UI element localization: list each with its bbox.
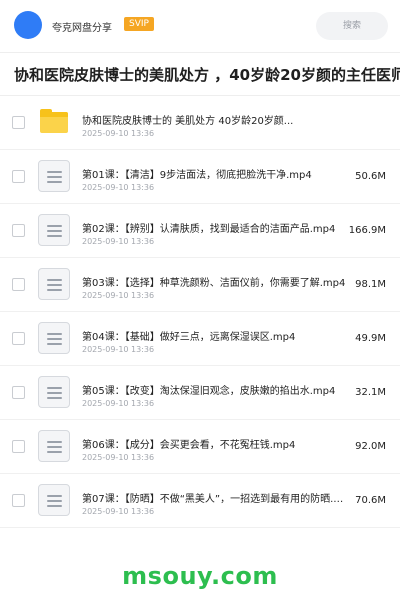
file-name[interactable]: 第04课：【基础】做好三点，远离保湿误区.mp4	[82, 328, 352, 343]
list-item[interactable]: 第04课：【基础】做好三点，远离保湿误区.mp4 2025-09-10 13:3…	[0, 312, 400, 366]
document-icon	[38, 214, 70, 246]
file-list: 协和医院皮肤博士的 美肌处方 40岁龄20岁颜... 2025-09-10 13…	[0, 96, 400, 528]
watermark: msouy.com	[122, 562, 278, 590]
file-date: 2025-09-10 13:36	[82, 453, 155, 462]
select-checkbox[interactable]	[12, 386, 25, 399]
document-icon	[38, 322, 70, 354]
document-icon	[38, 430, 70, 462]
list-item[interactable]: 第02课：【辨别】认清肤质，找到最适合的洁面产品.mp4 2025-09-10 …	[0, 204, 400, 258]
file-size: 166.9M	[348, 225, 386, 236]
list-item[interactable]: 第03课：【选择】种草洗颜粉、洁面仪前，你需要了解.mp4 2025-09-10…	[0, 258, 400, 312]
file-date: 2025-09-10 13:36	[82, 237, 155, 246]
share-header: 夸克网盘分享 SVIP 搜索	[0, 0, 400, 52]
select-checkbox[interactable]	[12, 494, 25, 507]
file-size: 50.6M	[355, 171, 386, 182]
header-divider	[0, 52, 400, 53]
select-checkbox[interactable]	[12, 332, 25, 345]
document-icon	[38, 376, 70, 408]
list-item[interactable]: 第06课：【成分】会买更会看，不花冤枉钱.mp4 2025-09-10 13:3…	[0, 420, 400, 474]
file-date: 2025-09-10 13:36	[82, 129, 155, 138]
select-checkbox[interactable]	[12, 170, 25, 183]
uploader-name[interactable]: 夸克网盘分享	[52, 19, 112, 34]
file-name[interactable]: 第01课：【清洁】9步洁面法，彻底把脸洗干净.mp4	[82, 166, 352, 181]
document-icon	[38, 268, 70, 300]
avatar[interactable]	[14, 11, 42, 39]
select-checkbox[interactable]	[12, 224, 25, 237]
search-button[interactable]: 搜索	[316, 12, 388, 40]
file-date: 2025-09-10 13:36	[82, 399, 155, 408]
file-name[interactable]: 第05课：【改变】淘汰保湿旧观念，皮肤嫩的掐出水.mp4	[82, 382, 352, 397]
list-item-folder[interactable]: 协和医院皮肤博士的 美肌处方 40岁龄20岁颜... 2025-09-10 13…	[0, 96, 400, 150]
file-name[interactable]: 协和医院皮肤博士的 美肌处方 40岁龄20岁颜...	[82, 112, 322, 127]
file-date: 2025-09-10 13:36	[82, 291, 155, 300]
file-name[interactable]: 第07课：【防晒】不做“黑美人”，一招选到最有用的防晒.mp4	[82, 490, 352, 505]
file-name[interactable]: 第03课：【选择】种草洗颜粉、洁面仪前，你需要了解.mp4	[82, 274, 352, 289]
select-checkbox[interactable]	[12, 116, 25, 129]
select-checkbox[interactable]	[12, 278, 25, 291]
share-title: 协和医院皮肤博士的美肌处方 ，40岁龄20岁颜的主任医师教你	[14, 66, 400, 84]
folder-icon	[40, 109, 68, 133]
svip-badge: SVIP	[124, 17, 154, 31]
list-item[interactable]: 第07课：【防晒】不做“黑美人”，一招选到最有用的防晒.mp4 2025-09-…	[0, 474, 400, 528]
file-name[interactable]: 第02课：【辨别】认清肤质，找到最适合的洁面产品.mp4	[82, 220, 352, 235]
document-icon	[38, 484, 70, 516]
list-item[interactable]: 第01课：【清洁】9步洁面法，彻底把脸洗干净.mp4 2025-09-10 13…	[0, 150, 400, 204]
file-date: 2025-09-10 13:36	[82, 183, 155, 192]
select-checkbox[interactable]	[12, 440, 25, 453]
list-item[interactable]: 第05课：【改变】淘汰保湿旧观念，皮肤嫩的掐出水.mp4 2025-09-10 …	[0, 366, 400, 420]
file-size: 98.1M	[355, 279, 386, 290]
file-name[interactable]: 第06课：【成分】会买更会看，不花冤枉钱.mp4	[82, 436, 352, 451]
document-icon	[38, 160, 70, 192]
file-size: 32.1M	[355, 387, 386, 398]
file-size: 70.6M	[355, 495, 386, 506]
file-date: 2025-09-10 13:36	[82, 507, 155, 516]
file-date: 2025-09-10 13:36	[82, 345, 155, 354]
file-size: 49.9M	[355, 333, 386, 344]
file-size: 92.0M	[355, 441, 386, 452]
